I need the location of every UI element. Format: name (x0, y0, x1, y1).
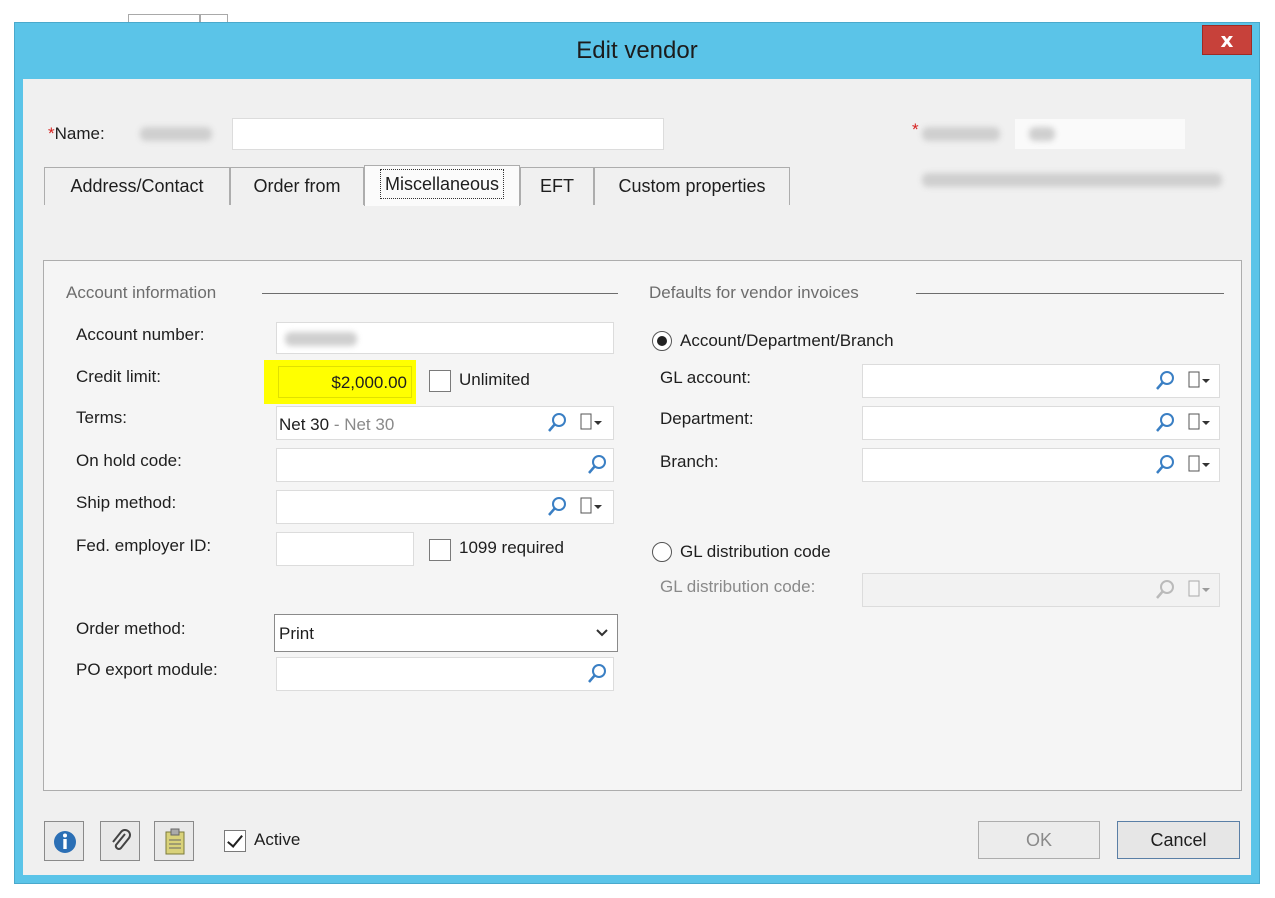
department-menu-icon[interactable] (1186, 412, 1214, 434)
ok-button[interactable]: OK (978, 821, 1100, 859)
on-hold-lookup-icon[interactable] (586, 454, 608, 476)
1099-required-checkbox[interactable] (429, 539, 451, 561)
branch-menu-icon[interactable] (1186, 454, 1214, 476)
gl-distribution-code-label: GL distribution code: (660, 577, 816, 596)
credit-limit-input[interactable]: $2,000.00 (278, 366, 412, 398)
number-required-mark: * (912, 120, 919, 139)
ship-method-label: Ship method: (76, 493, 177, 512)
terms-menu-icon[interactable] (578, 412, 606, 434)
account-department-branch-label: Account/Department/Branch (680, 331, 894, 350)
chevron-down-icon (596, 629, 608, 637)
account-number-input[interactable] (276, 322, 614, 354)
on-hold-code-label: On hold code: (76, 451, 182, 470)
notes-button[interactable] (154, 821, 194, 861)
po-export-module-label: PO export module: (76, 660, 218, 679)
ship-method-menu-icon[interactable] (578, 496, 606, 518)
tab-order-from[interactable]: Order from (230, 167, 364, 205)
order-method-select[interactable]: Print (274, 614, 618, 652)
cancel-button[interactable]: Cancel (1117, 821, 1240, 859)
redacted-created-on (922, 173, 1222, 187)
gl-account-label: GL account: (660, 368, 752, 387)
gl-distribution-menu-icon[interactable] (1186, 579, 1214, 601)
fed-employer-id-label: Fed. employer ID: (76, 536, 212, 555)
info-icon (54, 831, 76, 853)
gl-distribution-code-radio[interactable] (652, 542, 672, 562)
miscellaneous-panel (43, 260, 1242, 791)
unlimited-checkbox[interactable] (429, 370, 451, 392)
name-input[interactable] (232, 118, 664, 150)
gl-account-lookup-icon[interactable] (1154, 370, 1176, 392)
order-method-label: Order method: (76, 619, 186, 638)
redacted-name-code (140, 127, 212, 141)
name-label: *Name: (48, 124, 105, 143)
tab-address-contact[interactable]: Address/Contact (44, 167, 230, 205)
dialog-title: Edit vendor (576, 37, 698, 64)
account-department-branch-radio[interactable] (652, 331, 672, 351)
account-number-label: Account number: (76, 325, 205, 344)
close-button[interactable]: x (1202, 25, 1252, 55)
info-button[interactable] (44, 821, 84, 861)
gl-account-menu-icon[interactable] (1186, 370, 1214, 392)
clipboard-icon (165, 828, 185, 855)
po-export-module-input[interactable] (276, 657, 614, 691)
defaults-title: Defaults for vendor invoices (649, 283, 859, 302)
group-divider (262, 293, 618, 294)
terms-lookup-icon[interactable] (546, 412, 568, 434)
redacted-number-label (922, 127, 1000, 141)
attachment-button[interactable] (100, 821, 140, 861)
group-divider (916, 293, 1224, 294)
terms-label: Terms: (76, 408, 127, 427)
active-label: Active (254, 830, 301, 849)
branch-lookup-icon[interactable] (1154, 454, 1176, 476)
po-export-lookup-icon[interactable] (586, 663, 608, 685)
tab-custom-properties[interactable]: Custom properties (594, 167, 790, 205)
1099-required-label: 1099 required (459, 538, 564, 557)
department-lookup-icon[interactable] (1154, 412, 1176, 434)
gl-distribution-code-radio-label: GL distribution code (680, 542, 831, 561)
ship-method-lookup-icon[interactable] (546, 496, 568, 518)
fed-employer-id-input[interactable] (276, 532, 414, 566)
tab-miscellaneous[interactable]: Miscellaneous (364, 165, 520, 206)
account-information-title: Account information (66, 283, 217, 302)
on-hold-code-input[interactable] (276, 448, 614, 482)
department-label: Department: (660, 409, 754, 428)
paperclip-icon (112, 829, 131, 850)
gl-distribution-lookup-icon[interactable] (1154, 579, 1176, 601)
active-checkbox[interactable] (224, 830, 246, 852)
number-input[interactable] (1014, 118, 1186, 150)
tab-eft[interactable]: EFT (520, 167, 594, 205)
unlimited-label: Unlimited (459, 370, 530, 389)
branch-label: Branch: (660, 452, 719, 471)
credit-limit-label: Credit limit: (76, 367, 162, 386)
